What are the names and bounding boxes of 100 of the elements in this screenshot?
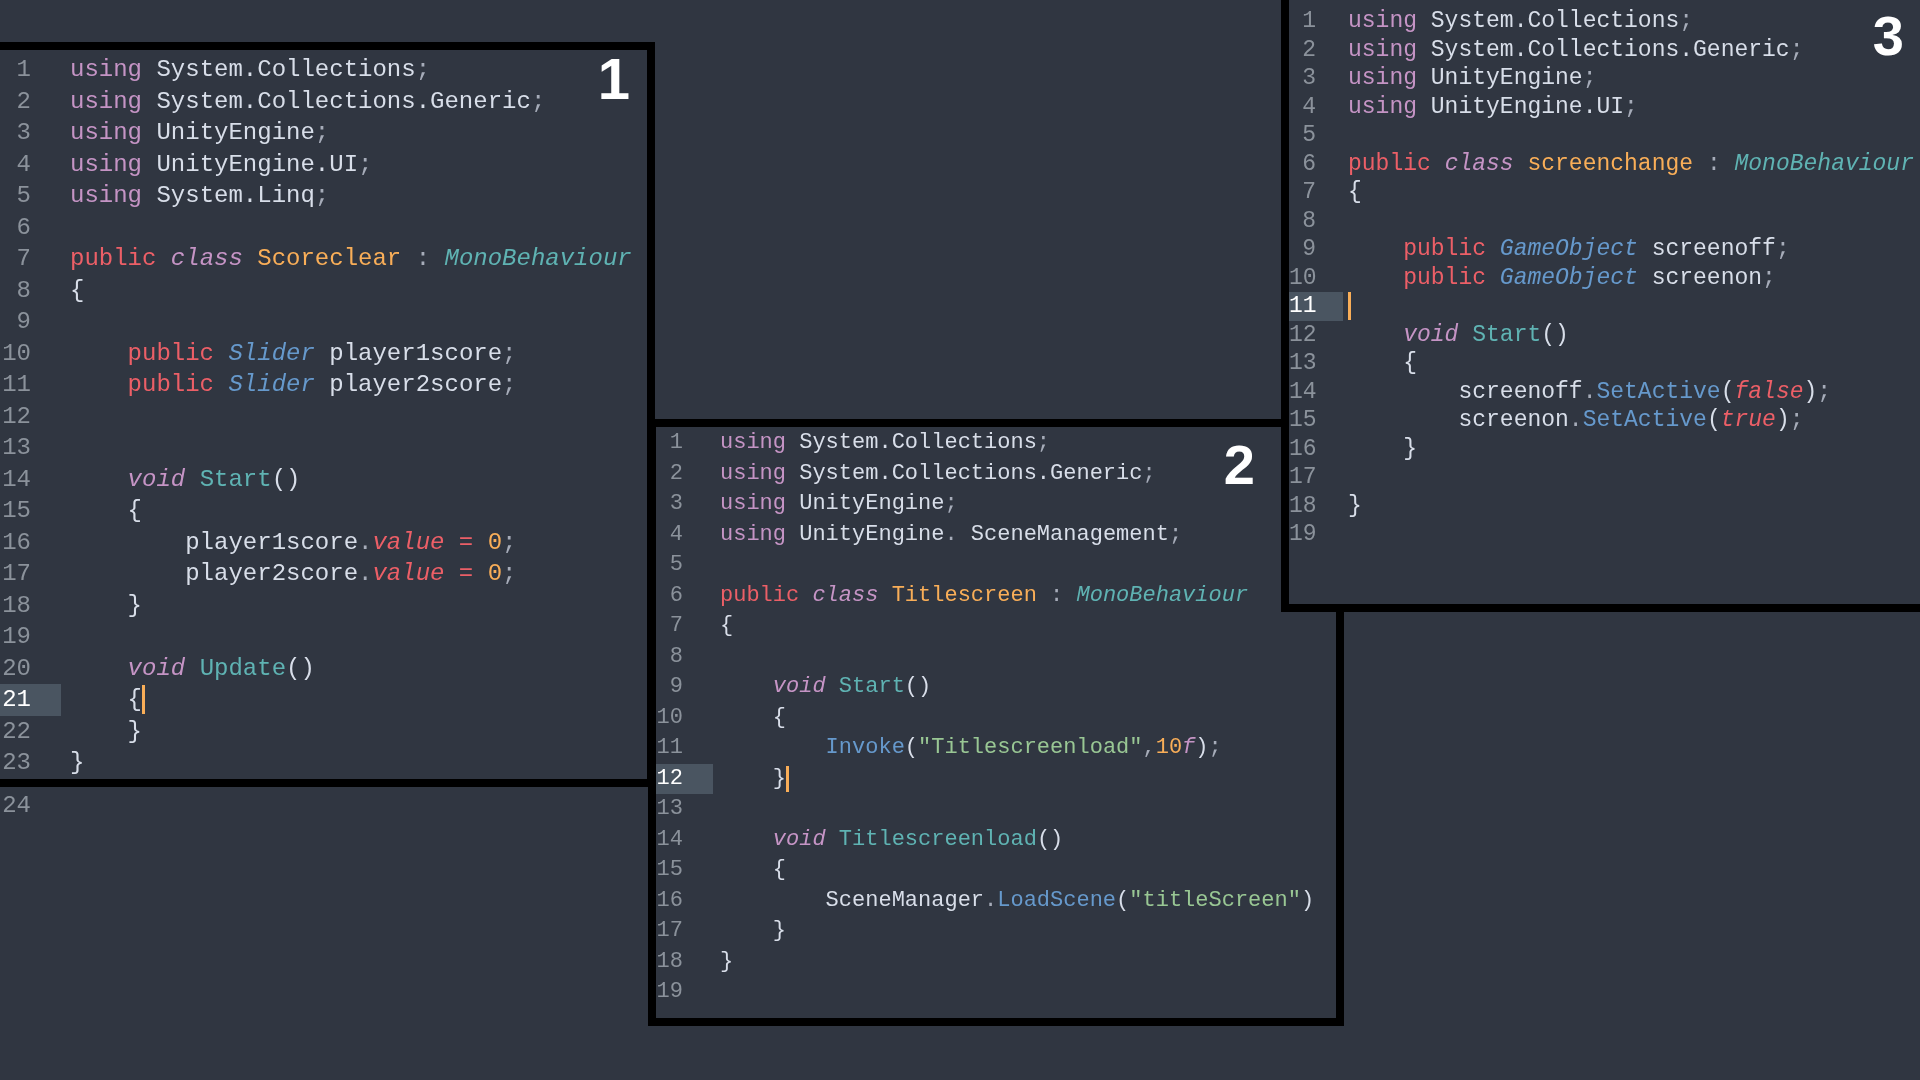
line-number: 23	[1, 748, 32, 778]
line-number: 16	[1289, 434, 1318, 463]
code-line: public Slider player1score;	[126, 338, 517, 369]
line-number: 21	[0, 684, 61, 716]
code-line: {	[70, 275, 85, 306]
line-number: 13	[656, 795, 684, 823]
line-number: 7	[668, 612, 684, 640]
code-line: {	[126, 496, 142, 526]
code-line: }	[771, 764, 786, 793]
line-number: 7	[15, 244, 32, 274]
line-number: 12	[656, 763, 713, 794]
line-number: 11	[1, 370, 32, 400]
code-line: using UnityEngine;	[720, 490, 958, 518]
code-line: using System.Collections;	[720, 429, 1051, 457]
line-number: 2	[1301, 35, 1317, 64]
line-number: 6	[1301, 149, 1317, 178]
code-line: public Slider player2score;	[126, 370, 517, 400]
line-number: 9	[668, 673, 684, 701]
line-number: 5	[15, 181, 32, 211]
line-number: 15	[656, 856, 684, 884]
line-number: 6	[15, 212, 32, 243]
line-number: 1	[1301, 7, 1317, 36]
code-line: player1score.value = 0;	[184, 527, 517, 558]
line-number: 2	[15, 86, 32, 117]
line-number: 17	[1289, 463, 1318, 492]
line-number: 15	[1289, 406, 1318, 435]
code-line: player2score.value = 0;	[184, 559, 517, 589]
line-number: 10	[1, 338, 32, 369]
line-number: 10	[1289, 263, 1318, 292]
code-line: }	[70, 748, 85, 778]
code-line: public class screenchange : MonoBehaviour	[1348, 149, 1914, 178]
code-line: public class Titlescreen : MonoBehaviour	[720, 581, 1249, 610]
code-line: Invoke("Titlescreenload",10f);	[824, 734, 1222, 762]
line-number: 3	[15, 118, 32, 148]
line-number: 3	[1301, 64, 1317, 93]
code-line: }	[1402, 434, 1417, 463]
code-line: void Update()	[126, 653, 315, 684]
line-number: 24	[1, 791, 32, 821]
code-line: void Titlescreenload()	[771, 825, 1064, 854]
line-number: 4	[668, 520, 684, 549]
line-number: 10	[656, 703, 684, 732]
line-number: 6	[668, 581, 684, 610]
line-number: 8	[15, 275, 32, 306]
code-line: public GameObject screenon;	[1402, 263, 1776, 292]
line-number: 12	[1, 401, 32, 432]
line-number: 16	[1, 527, 32, 558]
code-line: {	[771, 703, 786, 732]
code-line: using System.Collections;	[70, 55, 431, 85]
line-number: 18	[1289, 491, 1318, 520]
line-number: 11	[656, 734, 684, 762]
code-line: {	[720, 612, 734, 640]
code-line: public class Scoreclear : MonoBehaviour	[70, 244, 632, 274]
line-number: 1	[668, 429, 684, 457]
code-line: {	[1402, 349, 1417, 378]
code-line: screenon.SetActive(true);	[1457, 406, 1804, 435]
code-line: using UnityEngine;	[70, 118, 330, 148]
line-number: 20	[1, 653, 32, 684]
code-line: using UnityEngine.UI;	[1348, 92, 1638, 121]
line-number: 9	[15, 307, 32, 337]
line-number: 14	[1, 464, 32, 495]
code-line: public GameObject screenoff;	[1402, 235, 1790, 264]
line-number: 18	[656, 947, 684, 976]
panel-number: 1	[597, 50, 630, 108]
code-line: }	[771, 917, 786, 945]
line-number: 13	[1, 433, 32, 463]
line-number: 11	[1289, 292, 1343, 321]
code-line: screenoff.SetActive(false);	[1457, 377, 1832, 406]
line-number: 19	[1, 622, 32, 652]
code-line: void Start()	[1402, 320, 1569, 349]
code-line: {	[1348, 178, 1362, 207]
panel-number: 3	[1872, 8, 1904, 64]
line-number: 5	[1301, 121, 1317, 150]
code-line: using System.Collections.Generic;	[1348, 35, 1804, 64]
line-number: 18	[1, 590, 32, 621]
code-line: using UnityEngine;	[1348, 64, 1597, 93]
line-number: 4	[1301, 92, 1317, 121]
line-number: 17	[1, 559, 32, 589]
line-number: 3	[668, 490, 684, 518]
line-number: 4	[15, 149, 32, 180]
line-number: 13	[1289, 349, 1318, 378]
code-line: using System.Collections.Generic;	[720, 459, 1156, 488]
line-number: 9	[1301, 235, 1317, 264]
line-number: 22	[1, 716, 32, 747]
code-line: using System.Linq;	[70, 181, 330, 211]
panel-number: 2	[1223, 437, 1255, 493]
code-line: {	[126, 685, 142, 715]
code-line: using System.Collections;	[1348, 7, 1694, 36]
code-line: using System.Collections.Generic;	[70, 86, 546, 117]
code-line: }	[126, 590, 142, 621]
line-number: 14	[1289, 377, 1318, 406]
line-number: 8	[1301, 206, 1317, 235]
line-number: 15	[1, 496, 32, 526]
line-number: 16	[656, 886, 684, 915]
code-line: }	[720, 947, 734, 976]
code-line: void Start()	[126, 464, 301, 495]
code-line: {	[771, 856, 786, 884]
line-number: 19	[656, 978, 684, 1006]
line-number: 12	[1289, 320, 1318, 349]
line-number: 5	[668, 551, 684, 579]
line-number: 17	[656, 917, 684, 945]
